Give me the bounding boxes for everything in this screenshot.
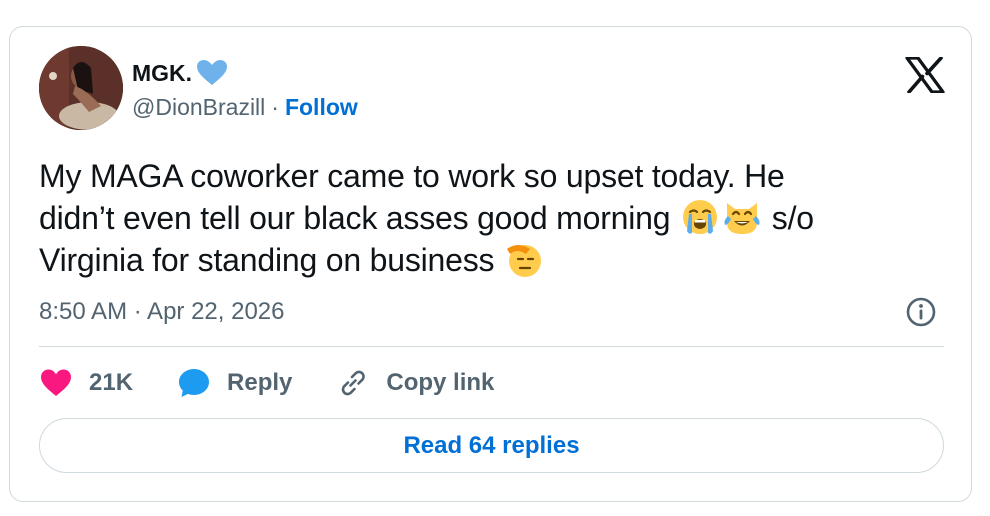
saluting-face-icon [504,239,544,279]
tweet-text-segment: Virginia for standing on business [39,242,495,278]
separator-dot: · [271,94,279,120]
tweet-timestamp[interactable]: 8:50 AM · Apr 22, 2026 [39,298,285,326]
display-name[interactable]: MGK. [132,59,192,87]
divider [39,346,944,347]
tweet-text-segment: s/o [771,200,814,236]
link-icon [336,366,370,400]
reply-label: Reply [227,369,293,396]
blue-heart-icon [196,59,228,87]
avatar-photo [39,46,123,130]
tweet-text: My MAGA coworker came to work so upset t… [39,155,919,281]
avatar[interactable] [39,46,123,130]
copy-link-label: Copy link [386,369,495,396]
read-replies-button[interactable]: Read 64 replies [39,418,944,473]
tweet-line-1: My MAGA coworker came to work so upset t… [39,155,919,197]
heart-icon [39,366,73,400]
like-count: 21K [89,369,134,396]
tweet-text-segment: My MAGA coworker came to work so upset t… [39,158,785,194]
like-button[interactable]: 21K [39,366,133,400]
reply-button[interactable]: Reply [177,366,292,400]
follow-button[interactable]: Follow [285,93,358,121]
author-name-row: MGK. [132,59,228,87]
author-handle[interactable]: @DionBrazill [132,93,265,121]
cat-with-tears-of-joy-icon [722,197,762,237]
info-icon[interactable] [905,296,937,328]
tweet-card: MGK. @DionBrazill · Follow My MAGA cowor… [9,26,972,502]
reply-bubble-icon [177,366,211,400]
tweet-line-3: Virginia for standing on business [39,239,919,281]
x-logo-icon[interactable] [905,57,945,93]
read-replies-label: Read 64 replies [403,431,580,459]
action-bar: 21K Reply Copy link [39,365,538,401]
copy-link-button[interactable]: Copy link [336,366,494,400]
loudly-crying-face-icon [680,197,720,237]
tweet-text-segment: didn’t even tell our black asses good mo… [39,200,671,236]
tweet-line-2: didn’t even tell our black asses good mo… [39,197,919,239]
author-handle-row: @DionBrazill · Follow [132,93,358,121]
